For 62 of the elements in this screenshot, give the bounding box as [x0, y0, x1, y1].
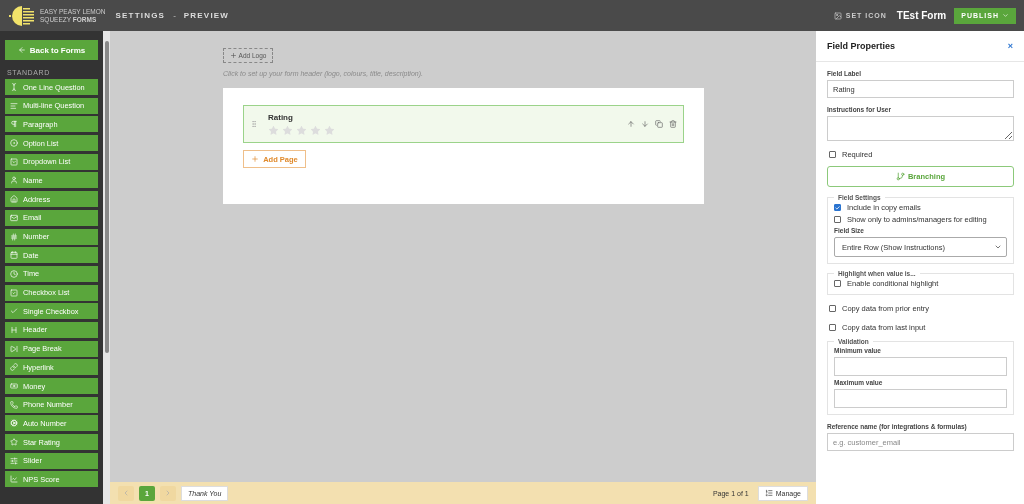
drag-handle-icon[interactable] — [250, 120, 258, 128]
star-icon — [268, 124, 279, 136]
chevron-left-icon — [122, 489, 130, 497]
star-icon — [282, 124, 293, 136]
caret-icon — [994, 243, 1002, 251]
separator-text: - — [173, 11, 176, 20]
envelope-icon — [10, 213, 18, 222]
plus-icon — [251, 155, 260, 163]
form-name: TEst Form — [896, 10, 947, 21]
move-down-icon[interactable] — [641, 120, 649, 128]
checkbox[interactable] — [829, 151, 836, 158]
checkbox[interactable] — [834, 216, 841, 223]
star-icon — [310, 124, 321, 136]
clock-icon — [10, 269, 18, 278]
dropdown-icon — [10, 157, 18, 166]
plus-icon — [229, 52, 237, 59]
input-field[interactable] — [834, 389, 1007, 408]
hash-icon — [10, 232, 18, 241]
arrow-left-icon — [17, 46, 26, 54]
banknote-icon — [10, 382, 18, 390]
list-icon — [764, 489, 773, 497]
close-button[interactable]: × — [1007, 41, 1013, 51]
checkbox[interactable] — [829, 305, 836, 312]
branch-icon — [895, 172, 905, 181]
cog-icon — [10, 419, 18, 428]
star-icon — [296, 124, 307, 136]
back-button[interactable]: Back to Forms — [5, 40, 98, 60]
move-up-icon[interactable] — [627, 120, 635, 128]
radio-icon — [10, 139, 18, 148]
star-icon — [10, 438, 18, 447]
checkbox[interactable] — [834, 280, 841, 287]
image-icon — [833, 11, 842, 20]
checkmark-icon — [10, 307, 18, 316]
checkbox-icon — [10, 288, 18, 297]
panel-title: Field Properties — [827, 41, 896, 51]
link-icon — [10, 363, 18, 372]
lemon-logo-icon — [8, 4, 36, 27]
copy-icon[interactable] — [655, 120, 663, 128]
checkbox[interactable] — [834, 204, 841, 211]
calendar-icon — [10, 251, 18, 260]
field-label: Rating — [268, 112, 294, 122]
checkbox[interactable] — [829, 324, 836, 331]
person-icon — [10, 176, 18, 185]
house-icon — [10, 195, 18, 204]
phone-icon — [10, 400, 18, 409]
star-icon — [324, 124, 335, 136]
rating-field[interactable]: Rating — [243, 105, 684, 143]
delete-icon[interactable] — [669, 120, 677, 128]
nav-link[interactable]: PREVIEW — [183, 11, 230, 20]
nav-link[interactable]: SETTINGS — [115, 11, 166, 20]
text-cursor-icon — [10, 83, 18, 91]
lines-icon — [10, 101, 18, 110]
chevron-right-icon — [164, 489, 172, 497]
input-field[interactable] — [834, 357, 1007, 376]
pilcrow-icon — [10, 120, 18, 129]
caret-icon — [1002, 12, 1009, 19]
text-area[interactable] — [827, 116, 1014, 141]
heading-icon — [10, 325, 18, 334]
sliders-icon — [10, 456, 18, 465]
scrollbar[interactable] — [103, 31, 110, 504]
line-chart-icon — [10, 475, 18, 484]
skip-icon — [10, 344, 18, 353]
